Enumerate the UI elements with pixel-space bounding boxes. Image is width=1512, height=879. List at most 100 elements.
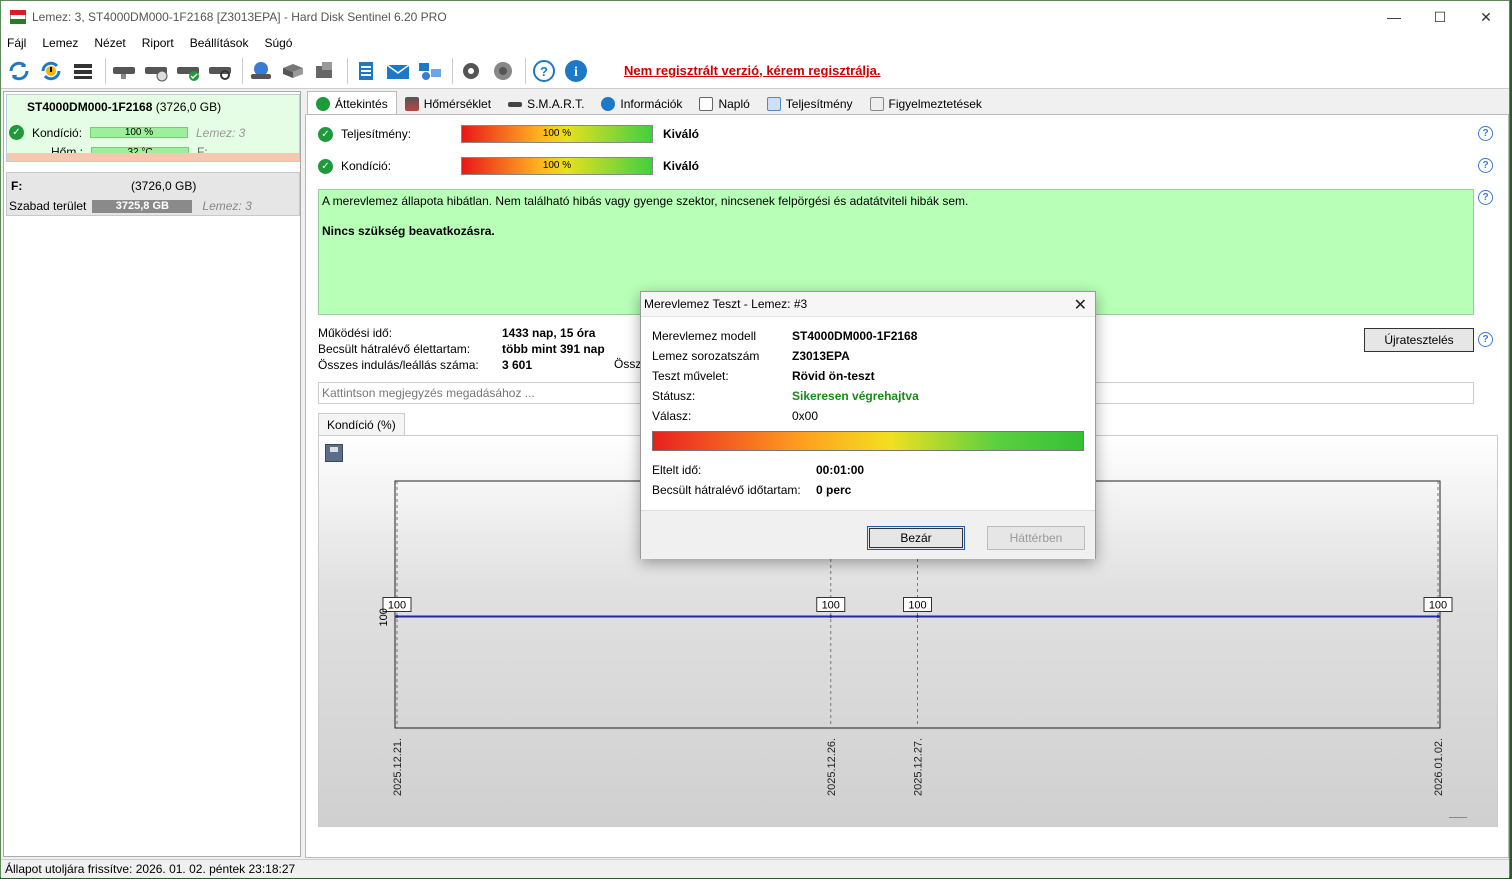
status-text: A merevlemez állapota hibátlan. Nem talá… — [322, 194, 969, 208]
tab-info[interactable]: Információk — [593, 93, 691, 115]
check-icon: ✓ — [9, 125, 24, 140]
check-icon: ✓ — [318, 158, 333, 174]
help-icon[interactable]: ? — [1478, 332, 1493, 347]
check-icon — [316, 96, 330, 111]
data-label: 100 — [1429, 600, 1447, 612]
info-row: Működési idő: 1433 nap, 15 óra — [318, 326, 596, 340]
menu-report[interactable]: Riport — [142, 36, 174, 50]
disk-name: ST4000DM000-1F2168 (3726,0 GB) — [27, 100, 222, 114]
menu-file[interactable]: Fájl — [7, 36, 26, 50]
disk-icon[interactable] — [110, 57, 138, 85]
info-row: Becsült hátralévő élettartam: több mint 3… — [318, 342, 605, 356]
background-button[interactable]: Háttérben — [987, 526, 1085, 550]
performance-rating: Kiváló — [663, 127, 700, 141]
info-grid: Működési idő: 1433 nap, 15 óra Becsült há… — [318, 325, 612, 373]
partition-card[interactable]: F: (3726,0 GB) Szabad terület 3725,8 GB … — [6, 172, 300, 216]
tab-overview[interactable]: Áttekintés — [307, 91, 397, 115]
help-icon[interactable]: ? — [1478, 126, 1493, 141]
report-icon[interactable] — [352, 57, 380, 85]
sound-icon[interactable] — [489, 57, 517, 85]
disk-search-icon[interactable] — [206, 57, 234, 85]
help-icon[interactable]: ? — [1478, 158, 1493, 173]
settings-icon[interactable] — [457, 57, 485, 85]
retest-button[interactable]: Újratesztelés — [1364, 328, 1474, 352]
tab-bar: Áttekintés Hőmérséklet S.M.A.R.T. Inform… — [307, 91, 991, 115]
menu-view[interactable]: Nézet — [94, 36, 125, 50]
free-space-label: Szabad terület — [9, 199, 87, 213]
free-space-bar: 3725,8 GB — [92, 199, 193, 213]
tab-temperature[interactable]: Hőmérséklet — [397, 93, 500, 115]
disk-number: Lemez: 3 — [196, 125, 246, 140]
condition-row: ✓ Kondíció: 100 % Kiváló — [318, 157, 699, 175]
tab-log[interactable]: Napló — [691, 93, 758, 115]
condition-bar: 100 % — [90, 127, 188, 138]
info-icon[interactable]: i — [562, 57, 590, 85]
disk-check-icon[interactable] — [174, 57, 202, 85]
performance-row: ✓ Teljesítmény: 100 % Kiváló — [318, 125, 699, 143]
condition-rating: Kiváló — [663, 159, 700, 173]
performance-bar: 100 % — [461, 125, 653, 143]
data-point — [829, 615, 833, 618]
disk-list-icon[interactable] — [69, 57, 97, 85]
refresh-icon[interactable] — [5, 57, 33, 85]
disk-tool-icon[interactable] — [279, 57, 307, 85]
network-disk-icon[interactable] — [247, 57, 275, 85]
info-row: Összes indulás/leállás száma: 3 601 — [318, 358, 533, 372]
tab-performance[interactable]: Teljesítmény — [759, 93, 862, 115]
tab-alerts[interactable]: Figyelmeztetések — [862, 93, 991, 115]
test-progress-bar — [652, 431, 1084, 451]
data-point — [916, 615, 919, 618]
refresh-warning-icon[interactable] — [37, 57, 65, 85]
menu-disk[interactable]: Lemez — [42, 36, 78, 50]
menu-settings[interactable]: Beállítások — [190, 36, 249, 50]
title-bar: Lemez: 3, ST4000DM000-1F2168 [Z3013EPA] … — [1, 1, 1509, 33]
data-label: 100 — [388, 600, 406, 612]
dialog-row: Válasz: 0x00 — [652, 409, 819, 423]
check-icon: ✓ — [318, 126, 333, 142]
x-tick-label: 2025.12.21. — [392, 738, 404, 796]
partition-letter: F: — [11, 179, 23, 193]
disk-clock-icon[interactable] — [142, 57, 170, 85]
status-bar: Állapot utoljára frissítve: 2026. 01. 02… — [1, 859, 1509, 878]
help-icon[interactable]: ? — [530, 57, 558, 85]
chart-tab-condition[interactable]: Kondíció (%) — [318, 413, 405, 435]
mail-icon[interactable] — [384, 57, 412, 85]
minimize-button[interactable]: — — [1371, 1, 1417, 33]
dialog-footer: Bezár Háttérben — [641, 510, 1095, 559]
data-point — [395, 615, 399, 618]
help-icon[interactable]: ? — [1478, 190, 1493, 205]
x-tick-label: 2026.01.02. — [1433, 738, 1445, 796]
data-label: 100 — [908, 600, 926, 612]
close-window-button[interactable]: ✕ — [1463, 1, 1509, 33]
network-icon[interactable] — [416, 57, 444, 85]
disk-list-pane: ST4000DM000-1F2168 (3726,0 GB) ✓ Kondíci… — [3, 91, 301, 857]
dialog-row: Teszt művelet: Rövid ön-teszt — [652, 369, 875, 383]
menu-bar: Fájl Lemez Nézet Riport Beállítások Súgó — [1, 33, 1509, 53]
close-icon[interactable]: ✕ — [1074, 295, 1087, 315]
x-tick-label: 2025.12.27. — [913, 738, 925, 796]
performance-label: Teljesítmény: — [341, 127, 412, 141]
condition-label: Kondíció: — [32, 125, 83, 140]
remaining-row: Becsült hátralévő időtartam: 0 perc — [652, 483, 852, 497]
maximize-button[interactable]: ☐ — [1417, 1, 1463, 33]
app-flag-icon — [10, 10, 26, 24]
registration-link[interactable]: Nem regisztrált verzió, kérem regisztrál… — [624, 63, 881, 78]
clipboard-icon — [869, 97, 884, 111]
dialog-row: Státusz: Sikeresen végrehajtva — [652, 389, 919, 403]
thermometer-icon — [404, 97, 419, 111]
data-label: 100 — [822, 600, 840, 612]
close-button[interactable]: Bezár — [867, 526, 965, 550]
y-tick-label: 100 — [378, 608, 390, 626]
status-action: Nincs szükség beavatkozásra. — [322, 224, 495, 238]
toolbar: ? i Nem regisztrált verzió, kérem regisz… — [1, 53, 1509, 89]
hdd-test-dialog: Merevlemez Teszt - Lemez: #3 ✕ Merevleme… — [640, 291, 1096, 559]
document-icon — [699, 97, 714, 111]
dialog-row: Lemez sorozatszám Z3013EPA — [652, 349, 850, 363]
menu-help[interactable]: Súgó — [264, 36, 292, 50]
svg-text:?: ? — [540, 64, 548, 79]
condition-bar: 100 % — [461, 157, 653, 175]
disk-card[interactable]: ST4000DM000-1F2168 (3726,0 GB) ✓ Kondíci… — [6, 94, 300, 162]
disk-box-icon[interactable] — [311, 57, 339, 85]
svg-text:i: i — [574, 65, 578, 80]
tab-smart[interactable]: S.M.A.R.T. — [500, 93, 593, 115]
